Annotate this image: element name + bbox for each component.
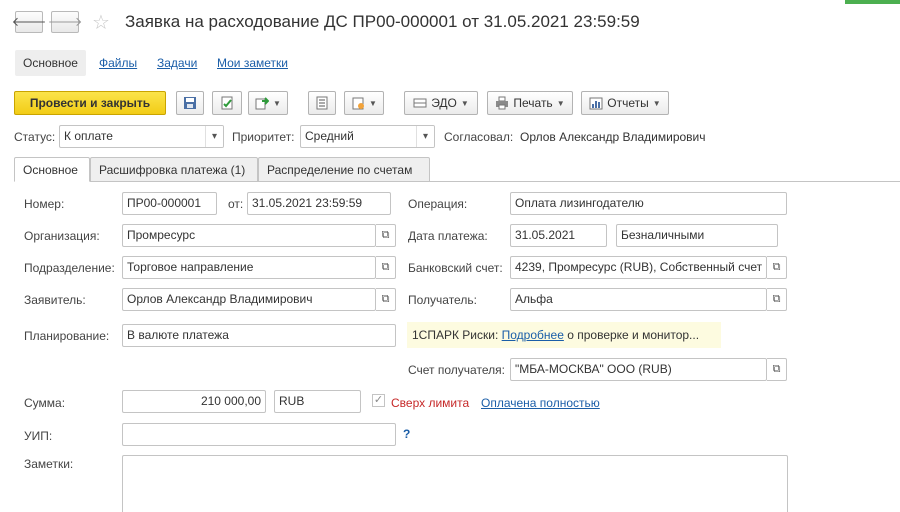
date-field[interactable]: 31.05.2021 23:59:59 <box>247 192 391 215</box>
window-accent-bar <box>845 0 900 4</box>
chevron-down-icon[interactable]: ▾ <box>205 126 223 147</box>
notes-label: Заметки: <box>24 457 74 471</box>
planning-field[interactable]: В валюте платежа <box>122 324 396 347</box>
priority-value: Средний <box>305 129 354 143</box>
priority-label: Приоритет: <box>232 130 295 144</box>
over-limit-checkbox[interactable]: ✓ <box>372 394 385 407</box>
page-title: Заявка на расходование ДС ПР00-000001 от… <box>125 12 640 31</box>
form-tab-main[interactable]: Основное <box>14 157 90 182</box>
bank-account-label: Банковский счет: <box>408 261 503 275</box>
back-button[interactable]: 🡐 <box>12 11 46 33</box>
forward-button[interactable]: 🡒 <box>48 11 82 33</box>
structure-button[interactable] <box>308 91 336 115</box>
department-field[interactable]: Торговое направление <box>122 256 376 279</box>
form-tab-payment-details[interactable]: Расшифровка платежа (1) <box>90 157 258 182</box>
chevron-down-icon[interactable]: ▾ <box>416 126 434 147</box>
create-based-icon <box>255 97 270 110</box>
arrow-right-icon: 🡒 <box>47 14 83 29</box>
spark-suffix: о проверке и монитор... <box>567 328 700 342</box>
help-icon[interactable]: ? <box>403 427 410 441</box>
open-recipient-account-icon[interactable]: ⧉ <box>767 358 787 381</box>
create-based-on-button[interactable]: ▼ <box>248 91 288 115</box>
notes-textarea[interactable] <box>122 455 788 512</box>
chevron-down-icon: ▼ <box>556 98 565 108</box>
chevron-down-icon: ▼ <box>369 98 377 108</box>
spark-details-link[interactable]: Подробнее <box>502 328 564 342</box>
open-applicant-icon[interactable]: ⧉ <box>376 288 396 311</box>
organization-field[interactable]: Промресурс <box>122 224 376 247</box>
chevron-down-icon: ▼ <box>652 98 661 108</box>
edo-button[interactable]: ЭДО ▼ <box>404 91 478 115</box>
paperclip-icon <box>352 97 365 110</box>
edo-icon <box>413 98 427 108</box>
arrow-left-icon: 🡐 <box>11 14 47 29</box>
operation-label: Операция: <box>408 197 468 211</box>
applicant-field[interactable]: Орлов Александр Владимирович <box>122 288 376 311</box>
uip-label: УИП: <box>24 429 53 443</box>
payment-form-field[interactable]: Безналичными <box>616 224 778 247</box>
document-list-icon <box>316 96 328 110</box>
form-tab-account-distribution[interactable]: Распределение по счетам <box>258 157 430 182</box>
attachments-button[interactable]: ▼ <box>344 91 384 115</box>
print-button[interactable]: Печать ▼ <box>487 91 573 115</box>
open-recipient-icon[interactable]: ⧉ <box>767 288 787 311</box>
tab-my-notes-label: Мои заметки <box>217 56 288 70</box>
payment-date-field[interactable]: 31.05.2021 <box>510 224 607 247</box>
recipient-account-field[interactable]: "МБА-МОСКВА" ООО (RUB) <box>510 358 767 381</box>
tab-tasks[interactable]: Задачи <box>149 50 205 76</box>
save-icon <box>184 97 196 109</box>
open-bank-account-icon[interactable]: ⧉ <box>767 256 787 279</box>
print-label: Печать <box>513 96 553 110</box>
tab-my-notes[interactable]: Мои заметки <box>209 50 296 76</box>
over-limit-label: Сверх лимита <box>391 396 470 410</box>
number-field[interactable]: ПР00-000001 <box>122 192 217 215</box>
chevron-down-icon: ▼ <box>273 98 281 108</box>
star-icon[interactable]: ☆ <box>92 10 110 35</box>
department-label: Подразделение: <box>24 261 115 275</box>
open-organization-icon[interactable]: ⧉ <box>376 224 396 247</box>
paid-full-link[interactable]: Оплачена полностью <box>481 396 600 410</box>
tab-tasks-label: Задачи <box>157 56 198 70</box>
chevron-down-icon: ▼ <box>460 98 469 108</box>
tab-main[interactable]: Основное <box>15 50 86 76</box>
post-document-icon <box>221 96 233 110</box>
sum-label: Сумма: <box>24 396 66 410</box>
planning-label: Планирование: <box>24 329 110 343</box>
reports-icon <box>589 97 603 110</box>
recipient-field[interactable]: Альфа <box>510 288 767 311</box>
bank-account-field[interactable]: 4239, Промресурс (RUB), Собственный счет <box>510 256 767 279</box>
uip-field[interactable] <box>122 423 396 446</box>
number-label: Номер: <box>24 197 65 211</box>
recipient-account-label: Счет получателя: <box>408 363 505 377</box>
save-button[interactable] <box>176 91 204 115</box>
open-department-icon[interactable]: ⧉ <box>376 256 396 279</box>
spark-prefix: 1СПАРК Риски: <box>412 328 499 342</box>
sum-field[interactable]: 210 000,00 <box>122 390 266 413</box>
recipient-label: Получатель: <box>408 293 477 307</box>
tab-files[interactable]: Файлы <box>91 50 145 76</box>
operation-field[interactable]: Оплата лизингодателю <box>510 192 787 215</box>
post-and-close-button[interactable]: Провести и закрыть <box>14 91 166 115</box>
priority-select[interactable]: Средний ▾ <box>300 125 435 148</box>
applicant-label: Заявитель: <box>24 293 86 307</box>
date-label: от: <box>228 197 244 211</box>
status-select[interactable]: К оплате ▾ <box>59 125 224 148</box>
payment-date-label: Дата платежа: <box>408 229 488 243</box>
printer-icon <box>496 96 509 110</box>
status-value: К оплате <box>64 129 113 143</box>
approved-value: Орлов Александр Владимирович <box>520 130 706 144</box>
approved-label: Согласовал: <box>444 130 514 144</box>
organization-label: Организация: <box>24 229 100 243</box>
tab-files-label: Файлы <box>99 56 138 70</box>
edo-label: ЭДО <box>431 96 457 110</box>
reports-label: Отчеты <box>607 96 649 110</box>
post-button[interactable] <box>212 91 242 115</box>
currency-field[interactable]: RUB <box>274 390 361 413</box>
spark-risks-banner: 1СПАРК Риски: Подробнее о проверке и мон… <box>407 322 721 348</box>
status-label: Статус: <box>14 130 56 144</box>
reports-button[interactable]: Отчеты ▼ <box>581 91 669 115</box>
